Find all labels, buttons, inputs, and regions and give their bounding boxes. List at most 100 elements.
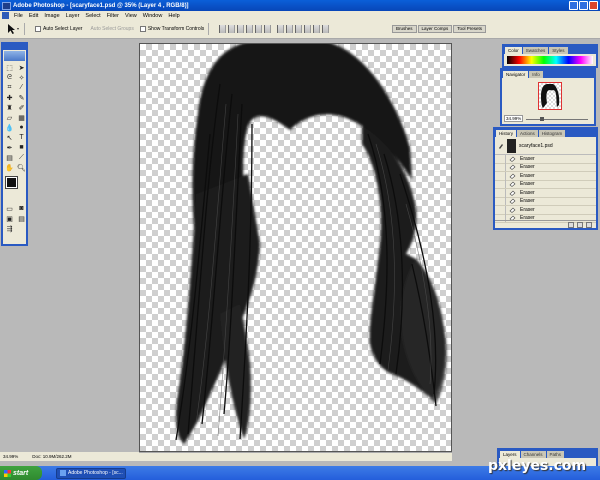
menu-view[interactable]: View [125,13,137,19]
distribute-top-icon[interactable] [277,25,285,33]
path-selection-tool-icon[interactable]: ↖ [4,133,15,142]
tab-styles[interactable]: Styles [549,47,568,54]
standard-mode-icon[interactable]: ▭ [4,204,15,213]
foreground-color-swatch[interactable] [5,176,18,189]
tab-channels[interactable]: Channels [520,451,546,458]
navigator-zoom-slider[interactable] [526,117,588,121]
color-spectrum-bar[interactable] [507,56,593,64]
document-size[interactable]: Doc: 10.9M/262.2M [32,454,71,459]
slice-tool-icon[interactable]: ⁄ [16,83,27,92]
align-top-icon[interactable] [219,25,227,33]
start-button[interactable]: start [0,466,42,480]
distribute-left-icon[interactable] [304,25,312,33]
lasso-tool-icon[interactable]: ᘓ [4,73,15,82]
new-snapshot-icon[interactable] [577,221,583,228]
navigator-zoom-field[interactable]: 34.99% [504,115,524,122]
history-state[interactable]: Eraser [495,180,596,189]
history-brush-source-icon[interactable] [498,143,504,149]
blur-tool-icon[interactable]: 💧 [4,123,15,132]
jump-to-imageready-icon[interactable]: ⇶ [4,224,15,233]
eraser-tool-icon[interactable]: ▱ [4,113,15,122]
tab-color[interactable]: Color [505,47,522,54]
history-state[interactable]: Eraser [495,205,596,215]
minimize-button[interactable] [569,1,578,10]
shape-tool-icon[interactable]: ■ [16,143,27,152]
align-right-icon[interactable] [264,25,272,33]
zoom-level[interactable]: 34.99% [3,454,18,459]
clone-stamp-tool-icon[interactable]: ♜ [4,103,15,112]
quick-mask-mode-icon[interactable]: ◙ [16,204,27,213]
menu-help[interactable]: Help [168,13,179,19]
history-snapshot[interactable]: scaryface1.psd [495,137,596,155]
navigator-thumbnail[interactable] [538,82,562,110]
tab-swatches[interactable]: Swatches [522,47,549,54]
history-brush-column[interactable] [495,180,506,189]
toolbox-titlebar[interactable] [3,44,26,50]
history-brush-column[interactable] [495,163,506,172]
history-brush-column[interactable] [495,205,506,214]
taskbar-item-photoshop[interactable]: Adobe Photoshop - [sc... [56,467,126,479]
maximize-button[interactable] [579,1,588,10]
crop-tool-icon[interactable]: ⌗ [4,83,15,92]
hand-tool-icon[interactable]: ✋ [4,163,15,172]
document-menu-icon[interactable] [2,12,9,19]
align-bottom-icon[interactable] [237,25,245,33]
document-canvas[interactable] [139,43,452,452]
slider-knob[interactable] [540,117,544,121]
history-brush-column[interactable] [495,171,506,180]
pen-tool-icon[interactable]: ✒ [4,143,15,152]
tab-histogram[interactable]: Histogram [538,130,566,137]
gradient-tool-icon[interactable]: ▦ [16,113,27,122]
close-button[interactable] [589,1,598,10]
history-brush-column[interactable] [495,188,506,197]
distribute-center-icon[interactable] [286,25,294,33]
trash-icon[interactable] [586,221,592,228]
healing-brush-tool-icon[interactable]: ✚ [4,93,15,102]
tab-navigator[interactable]: Navigator [503,71,529,78]
menu-select[interactable]: Select [85,13,100,19]
history-state[interactable]: Eraser [495,154,596,164]
tab-paths[interactable]: Paths [546,451,565,458]
show-transform-controls-checkbox[interactable] [139,26,146,32]
tab-layers[interactable]: Layers [500,451,520,458]
history-state[interactable]: Eraser [495,171,596,181]
brush-tool-icon[interactable]: ✎ [16,93,27,102]
zoom-tool-icon[interactable]: 🔍︎ [16,163,27,172]
align-left-icon[interactable] [246,25,254,33]
history-state[interactable]: Eraser [495,163,596,172]
tab-info[interactable]: Info [529,71,543,78]
history-state[interactable]: Eraser [495,188,596,198]
adobe-online-icon[interactable] [4,51,25,61]
notes-tool-icon[interactable]: ▤ [4,153,15,162]
menu-file[interactable]: File [14,13,23,19]
history-brush-column[interactable] [495,197,506,206]
tab-actions[interactable]: Actions [517,130,538,137]
menu-filter[interactable]: Filter [107,13,119,19]
menu-layer[interactable]: Layer [66,13,80,19]
magic-wand-tool-icon[interactable]: ✧ [16,73,27,82]
history-brush-column[interactable] [495,154,506,163]
distribute-right-icon[interactable] [322,25,330,33]
move-tool-icon[interactable]: ➤ [16,63,27,72]
new-document-from-state-icon[interactable] [568,221,574,228]
auto-select-layer-checkbox[interactable] [35,26,41,32]
align-vertical-center-icon[interactable] [228,25,236,33]
type-tool-icon[interactable]: T [16,133,27,142]
distribute-bottom-icon[interactable] [295,25,303,33]
history-state[interactable]: Eraser [495,197,596,206]
screen-mode-standard-icon[interactable]: ▣ [4,214,15,223]
dodge-tool-icon[interactable]: ● [16,123,27,132]
marquee-tool-icon[interactable]: ⬚ [4,63,15,72]
history-brush-tool-icon[interactable]: ✐ [16,103,27,112]
screen-mode-full-icon[interactable]: ▤ [16,214,27,223]
well-tab-brushes[interactable]: Brushes [392,25,417,33]
align-horizontal-center-icon[interactable] [255,25,263,33]
distribute-hcenter-icon[interactable] [313,25,321,33]
menu-window[interactable]: Window [143,13,163,19]
menu-edit[interactable]: Edit [29,13,38,19]
well-tab-tool-presets[interactable]: Tool Presets [453,25,487,33]
tab-history[interactable]: History [496,130,517,137]
eyedropper-tool-icon[interactable]: ⟋ [16,153,27,162]
well-tab-layer-comps[interactable]: Layer Comps [417,25,453,33]
move-tool-preset-icon[interactable] [6,23,20,35]
